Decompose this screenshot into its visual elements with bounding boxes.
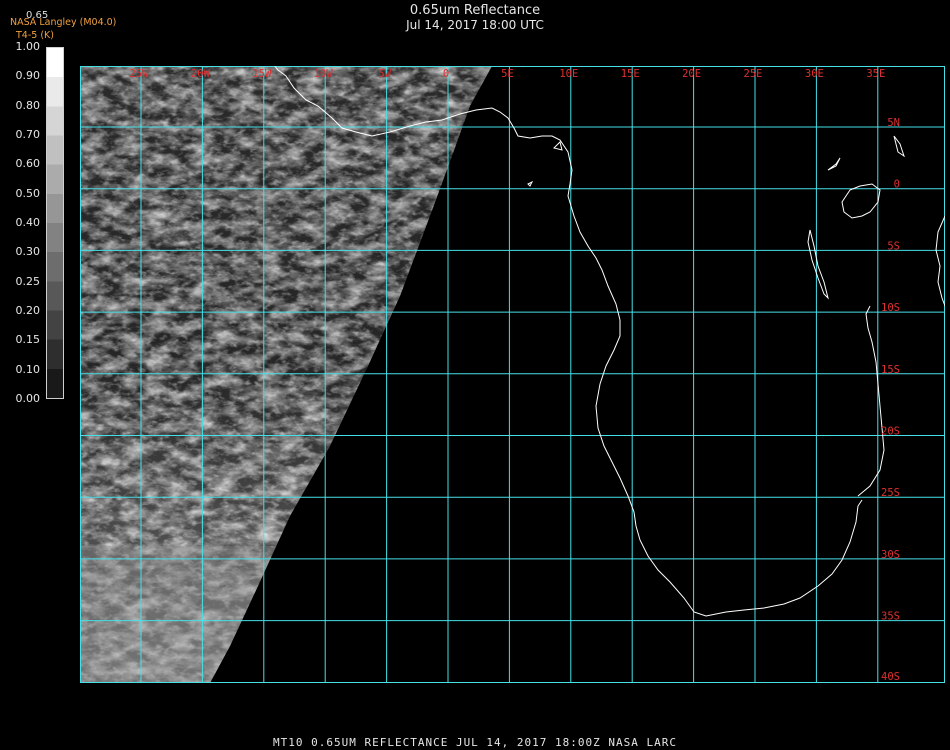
- footer-caption: MT10 0.65UM REFLECTANCE JUL 14, 2017 18:…: [273, 736, 677, 749]
- map-canvas: 25W 20W 15W 10W 5W 0 5E 10E 15E 20E 25E 30E 35E 5N 0 5S…: [80, 66, 945, 683]
- lat-label: 35S: [881, 611, 900, 623]
- cloud-imagery: [80, 66, 492, 683]
- lat-label: 15S: [881, 364, 900, 376]
- lon-label: 15E: [621, 68, 640, 80]
- colorbar-tick-label: 0.40: [15, 216, 41, 229]
- colorbar-tick-label: 0.70: [15, 128, 41, 141]
- lat-label: 10S: [881, 302, 900, 314]
- lon-label: 20E: [682, 68, 701, 80]
- lat-label: 20S: [881, 426, 900, 438]
- lon-label: 5W: [378, 68, 391, 80]
- island-coastline: [935, 215, 945, 307]
- map-title: 0.65um Reflectance: [409, 3, 541, 18]
- lon-label: 35E: [866, 68, 885, 80]
- lon-label: 30E: [805, 68, 824, 80]
- colorbar-tick-label: 0.10: [15, 362, 41, 376]
- colorbar-tick-label: 0.60: [15, 157, 41, 171]
- lake-outline: [807, 229, 829, 300]
- provider-badge: NASA Langley (M04.0) T4-5 (K): [10, 16, 116, 42]
- lon-label: 0: [443, 68, 449, 80]
- lon-label: 25E: [744, 68, 763, 80]
- satellite-map: 25W 20W 15W 10W 5W 0 5E 10E 15E 20E 25E 30E 35E 5N 0 5S…: [80, 66, 945, 683]
- provider-line1: NASA Langley (M04.0): [10, 17, 117, 28]
- lon-label: 5E: [501, 68, 514, 80]
- lat-label: 30S: [881, 549, 900, 561]
- colorbar-tick-label: 0.50: [15, 186, 41, 200]
- lat-label: 0: [894, 179, 900, 191]
- colorbar-tick-label: 0.15: [15, 333, 41, 347]
- colorbar-tick-label: 0.30: [15, 245, 41, 259]
- lat-label: 5S: [887, 240, 900, 252]
- lon-label: 15W: [252, 68, 272, 80]
- colorbar-tick-label: 1.00: [15, 40, 41, 53]
- colorbar-tick-label: 0.25: [15, 274, 41, 288]
- colorbar-tick-label: 0.80: [15, 98, 41, 112]
- lake-outline: [893, 135, 905, 158]
- reflectance-colorbar: [46, 47, 64, 399]
- lon-label: 10W: [314, 68, 334, 80]
- lon-label: 20W: [191, 68, 211, 80]
- map-datetime: Jul 14, 2017 18:00 UTC: [406, 18, 544, 32]
- lat-label: 40S: [881, 671, 900, 683]
- colorbar-tick-label: 0.90: [15, 69, 41, 83]
- lat-label: 5N: [887, 117, 900, 129]
- lon-label: 25W: [130, 68, 150, 80]
- island-outline: [553, 141, 563, 151]
- colorbar-tick-label: 0.20: [15, 304, 41, 317]
- lake-outline: [827, 157, 841, 171]
- east-coastline: [857, 305, 885, 497]
- lat-label: 25S: [881, 487, 900, 499]
- colorbar-tick-label: 0.00: [15, 392, 41, 405]
- lon-label: 10E: [559, 68, 578, 80]
- island-outline: [527, 180, 534, 187]
